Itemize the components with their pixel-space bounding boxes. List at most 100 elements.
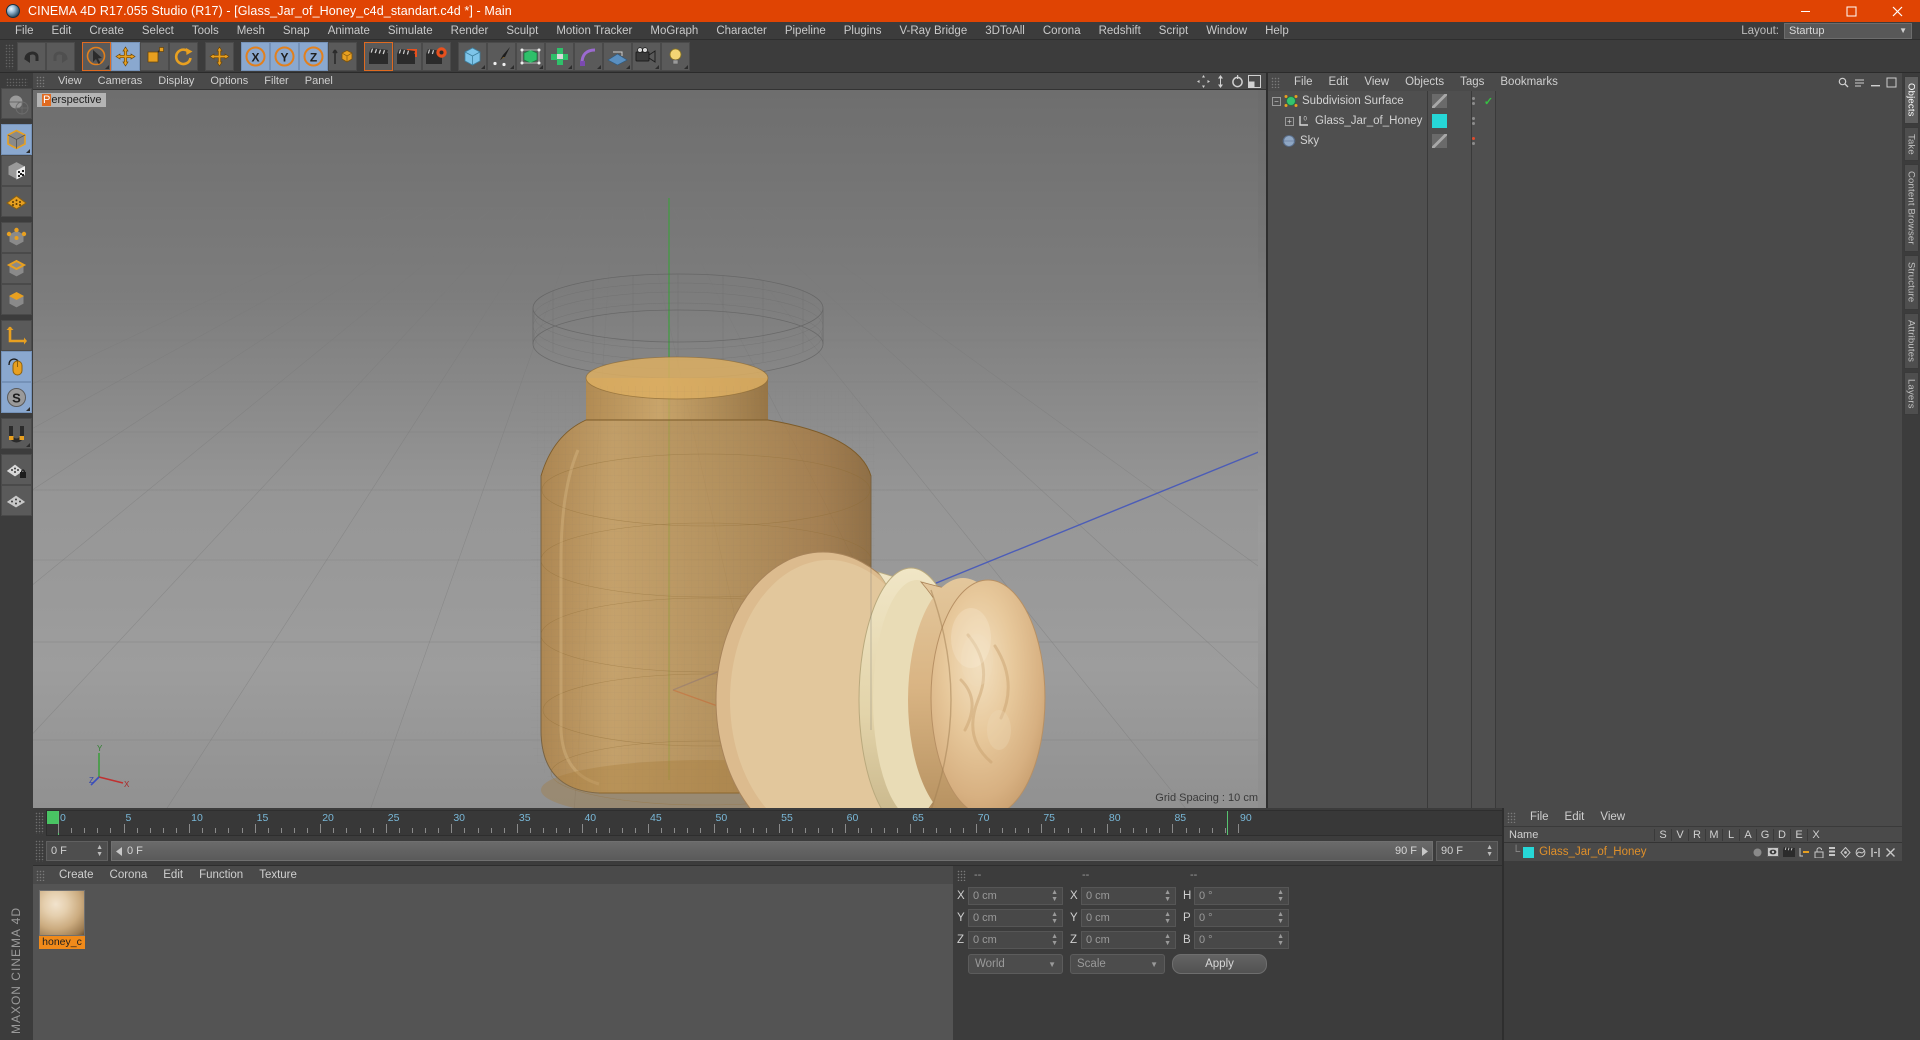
viewport-menu-panel[interactable]: Panel (297, 73, 341, 90)
model-mode-button[interactable] (1, 124, 32, 155)
enable-cell[interactable]: ✓ (1482, 91, 1495, 111)
nurbs-button[interactable] (516, 41, 545, 71)
column-e[interactable]: E (1790, 828, 1807, 841)
object-axis-button[interactable] (1, 320, 32, 351)
menu-help[interactable]: Help (1256, 22, 1298, 40)
tab-layers[interactable]: Layers (1903, 371, 1919, 416)
column-v[interactable]: V (1671, 828, 1688, 841)
visibility-dots[interactable] (1472, 131, 1482, 151)
options-icon[interactable] (1854, 77, 1865, 88)
enable-cell[interactable] (1482, 111, 1495, 131)
mat-menu-corona[interactable]: Corona (102, 866, 156, 884)
coord-input-size-z[interactable]: 0 cm ▲ ▼ (1081, 931, 1176, 949)
range-right-handle-icon[interactable] (1420, 846, 1429, 856)
viewport-grip[interactable] (36, 75, 45, 87)
mat-menu-create[interactable]: Create (51, 866, 102, 884)
material-manager-grip[interactable] (36, 869, 45, 881)
manager-icon[interactable] (1799, 847, 1810, 858)
light-button[interactable] (661, 41, 690, 71)
floor-scene-button[interactable] (603, 41, 632, 71)
spinner-icon[interactable]: ▲▼ (1164, 933, 1171, 947)
range-left-handle-icon[interactable] (115, 846, 124, 856)
column-m[interactable]: M (1705, 828, 1722, 841)
tag-cell[interactable] (1428, 111, 1471, 131)
tab-attributes[interactable]: Attributes (1903, 312, 1919, 369)
column-x[interactable]: X (1807, 828, 1824, 841)
coord-input-rot-b[interactable]: 0 ° ▲ ▼ (1194, 931, 1289, 949)
menu-animate[interactable]: Animate (319, 22, 379, 40)
om-menu-bookmarks[interactable]: Bookmarks (1492, 73, 1566, 91)
spinner-icon[interactable]: ▲▼ (1277, 889, 1284, 903)
maximize-view-icon[interactable] (1248, 74, 1261, 88)
menu-simulate[interactable]: Simulate (379, 22, 442, 40)
spinner-icon[interactable]: ▲▼ (1164, 889, 1171, 903)
world-object-axis-button[interactable] (205, 41, 234, 71)
deformer-button[interactable] (574, 41, 603, 71)
object-row-glass-jar-of-honey[interactable]: + 0 Glass_Jar_of_Honey (1268, 111, 1427, 131)
object-row-subdivision-surface[interactable]: − Subdivision Surface (1268, 91, 1427, 111)
add-cube-button[interactable] (458, 41, 487, 71)
object-manager-empty-area[interactable] (1496, 91, 1902, 808)
points-mode-button[interactable] (1, 222, 32, 253)
coordinate-system-button[interactable] (328, 41, 357, 71)
coord-input-size-y[interactable]: 0 cm ▲ ▼ (1081, 909, 1176, 927)
maximize-button[interactable] (1828, 0, 1874, 22)
lock-x-button[interactable]: X (241, 41, 270, 71)
column-l[interactable]: L (1722, 828, 1739, 841)
transport-grip[interactable] (35, 840, 44, 862)
viewport-menu-view[interactable]: View (50, 73, 90, 90)
menu-render[interactable]: Render (442, 22, 498, 40)
texture-mode-button[interactable] (1, 155, 32, 186)
tab-objects[interactable]: Objects (1903, 76, 1919, 124)
expander-plus-icon[interactable]: + (1285, 116, 1294, 126)
transport-end-field[interactable]: 90 F ▲ ▼ (1436, 841, 1498, 861)
tab-content-browser[interactable]: Content Browser (1903, 164, 1919, 253)
column-s[interactable]: S (1654, 828, 1671, 841)
generator-icon[interactable] (1840, 846, 1851, 858)
material-tag-icon[interactable] (1432, 114, 1447, 128)
close-button[interactable] (1874, 0, 1920, 22)
om-menu-file[interactable]: File (1286, 73, 1321, 91)
coord-input-rot-p[interactable]: 0 ° ▲ ▼ (1194, 909, 1289, 927)
xref-icon[interactable] (1885, 847, 1896, 858)
tab-structure[interactable]: Structure (1903, 255, 1919, 310)
spinner-icon[interactable]: ▲▼ (1051, 911, 1058, 925)
coord-input-rot-h[interactable]: 0 ° ▲ ▼ (1194, 887, 1289, 905)
apply-button[interactable]: Apply (1172, 954, 1267, 974)
transport-start-field[interactable]: 0 F ▲ ▼ (46, 841, 108, 861)
camera-button[interactable] (632, 41, 661, 71)
material-list[interactable]: honey_c (33, 884, 953, 1040)
attr-menu-edit[interactable]: Edit (1557, 808, 1593, 826)
object-row-sky[interactable]: Sky (1268, 131, 1427, 151)
spinner-icon[interactable]: ▲▼ (1277, 911, 1284, 925)
no-tag-icon[interactable] (1432, 94, 1447, 108)
menu-tools[interactable]: Tools (183, 22, 228, 40)
menu-mograph[interactable]: MoGraph (641, 22, 707, 40)
menu-motion-tracker[interactable]: Motion Tracker (547, 22, 641, 40)
tab-take[interactable]: Take (1903, 126, 1919, 162)
deformer-icon[interactable] (1855, 847, 1866, 858)
dolly-icon[interactable] (1214, 74, 1227, 88)
mat-menu-edit[interactable]: Edit (155, 866, 191, 884)
search-icon[interactable] (1838, 77, 1849, 88)
tag-cell[interactable] (1428, 131, 1471, 151)
coordinate-mode-dropdown[interactable]: Scale ▼ (1070, 954, 1165, 974)
array-button[interactable] (545, 41, 574, 71)
layer-color-swatch[interactable] (1523, 846, 1535, 858)
column-g[interactable]: G (1756, 828, 1773, 841)
timeline-end-playhead[interactable] (1227, 810, 1228, 835)
add-spline-button[interactable] (487, 41, 516, 71)
attribute-manager-grip[interactable] (1507, 811, 1516, 823)
coord-input-size-x[interactable]: 0 cm ▲ ▼ (1081, 887, 1176, 905)
scale-button[interactable] (140, 41, 169, 71)
menu-character[interactable]: Character (707, 22, 776, 40)
left-palette-grip[interactable] (5, 78, 28, 86)
minimize-button[interactable] (1782, 0, 1828, 22)
minimize-panel-icon[interactable] (1870, 77, 1881, 88)
render-settings-button[interactable] (422, 41, 451, 71)
coordinates-grip[interactable] (957, 869, 966, 881)
menu-edit[interactable]: Edit (43, 22, 81, 40)
attr-menu-file[interactable]: File (1522, 808, 1557, 826)
texture-axis-button[interactable] (1, 88, 32, 119)
move-button[interactable] (111, 41, 140, 71)
